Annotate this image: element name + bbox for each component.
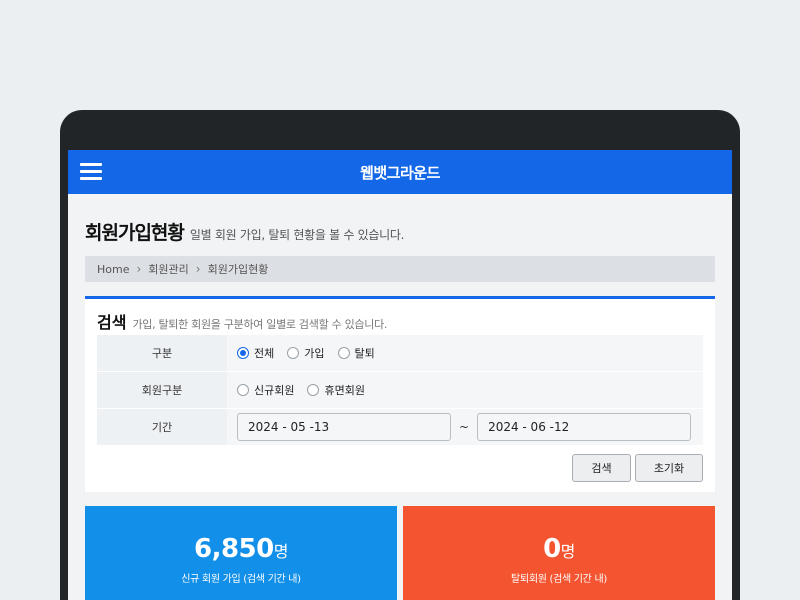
breadcrumb-home[interactable]: Home (97, 263, 129, 276)
withdrawn-members-value: 0 (543, 534, 561, 564)
new-members-card: 6,850명 신규 회원 가입 (검색 기간 내) (85, 506, 397, 600)
breadcrumb-current: 회원가입현황 (207, 263, 269, 276)
form-row-member-type: 회원구분 신규회원 휴면회원 (97, 372, 703, 409)
radio-new-member[interactable]: 신규회원 (237, 382, 294, 398)
new-members-count: 6,850명 (194, 534, 288, 564)
search-title: 검색 (97, 313, 127, 332)
top-bar: 웹뱃그라운드 (68, 150, 732, 194)
search-header: 검색 가입, 탈퇴한 회원을 구분하여 일별로 검색할 수 있습니다. (97, 309, 703, 332)
radio-dormant-member-label: 휴면회원 (324, 384, 365, 397)
withdrawn-members-caption: 탈퇴회원 (검색 기간 내) (511, 574, 607, 585)
date-range-separator: ~ (459, 420, 470, 434)
period-label: 기간 (97, 409, 227, 445)
member-type-label: 회원구분 (97, 372, 227, 408)
app-screen: 웹뱃그라운드 회원가입현황 일별 회원 가입, 탈퇴 현황을 볼 수 있습니다.… (68, 150, 732, 600)
radio-join[interactable]: 가입 (287, 345, 325, 361)
reset-button[interactable]: 초기화 (635, 454, 703, 482)
chevron-right-icon: › (136, 262, 142, 276)
member-type-options: 신규회원 휴면회원 (227, 372, 703, 408)
page-header: 회원가입현황 일별 회원 가입, 탈퇴 현황을 볼 수 있습니다. (85, 218, 715, 244)
radio-new-member-label: 신규회원 (254, 384, 295, 397)
stats-cards: 6,850명 신규 회원 가입 (검색 기간 내) 0명 탈퇴회원 (검색 기간… (85, 506, 715, 600)
page-title: 회원가입현황 (85, 222, 185, 244)
search-button[interactable]: 검색 (572, 454, 631, 482)
main-content: 회원가입현황 일별 회원 가입, 탈퇴 현황을 볼 수 있습니다. Home ›… (68, 218, 732, 600)
new-members-value: 6,850 (194, 534, 274, 564)
breadcrumb: Home › 회원관리 › 회원가입현황 (85, 256, 715, 282)
breadcrumb-member-management[interactable]: 회원관리 (148, 261, 188, 277)
radio-unselected-icon[interactable] (337, 347, 350, 359)
search-form: 구분 전체 가입 탈퇴 회원구분 신규회원 휴면회원 기간 2024 - 05 … (97, 335, 703, 446)
radio-withdraw-label: 탈퇴 (354, 347, 375, 360)
radio-join-label: 가입 (304, 347, 325, 360)
start-date-input[interactable] (237, 413, 451, 441)
radio-unselected-icon[interactable] (307, 384, 320, 396)
menu-icon[interactable] (80, 163, 102, 181)
radio-unselected-icon[interactable] (237, 384, 249, 396)
withdrawn-members-card: 0명 탈퇴회원 (검색 기간 내) (403, 506, 715, 600)
type-label: 구분 (97, 335, 227, 371)
radio-dormant-member[interactable]: 휴면회원 (307, 382, 365, 398)
type-options: 전체 가입 탈퇴 (227, 335, 703, 371)
end-date-input[interactable] (477, 413, 692, 441)
withdrawn-members-count: 0명 (543, 534, 575, 564)
radio-selected-icon[interactable] (237, 347, 249, 359)
new-members-unit: 명 (273, 542, 289, 561)
form-row-period: 기간 ~ (97, 409, 703, 446)
new-members-caption: 신규 회원 가입 (검색 기간 내) (181, 574, 301, 585)
search-panel: 검색 가입, 탈퇴한 회원을 구분하여 일별로 검색할 수 있습니다. 구분 전… (85, 296, 715, 492)
radio-unselected-icon[interactable] (287, 347, 300, 359)
page-description: 일별 회원 가입, 탈퇴 현황을 볼 수 있습니다. (189, 228, 405, 242)
search-description: 가입, 탈퇴한 회원을 구분하여 일별로 검색할 수 있습니다. (132, 318, 388, 331)
withdrawn-members-unit: 명 (560, 542, 576, 561)
radio-all[interactable]: 전체 (237, 345, 274, 361)
search-actions: 검색 초기화 (97, 454, 703, 482)
form-row-type: 구분 전체 가입 탈퇴 (97, 335, 703, 372)
app-title: 웹뱃그라운드 (360, 163, 440, 182)
radio-withdraw[interactable]: 탈퇴 (337, 345, 375, 361)
chevron-right-icon: › (195, 262, 201, 276)
period-inputs: ~ (227, 409, 703, 445)
radio-all-label: 전체 (254, 347, 275, 360)
